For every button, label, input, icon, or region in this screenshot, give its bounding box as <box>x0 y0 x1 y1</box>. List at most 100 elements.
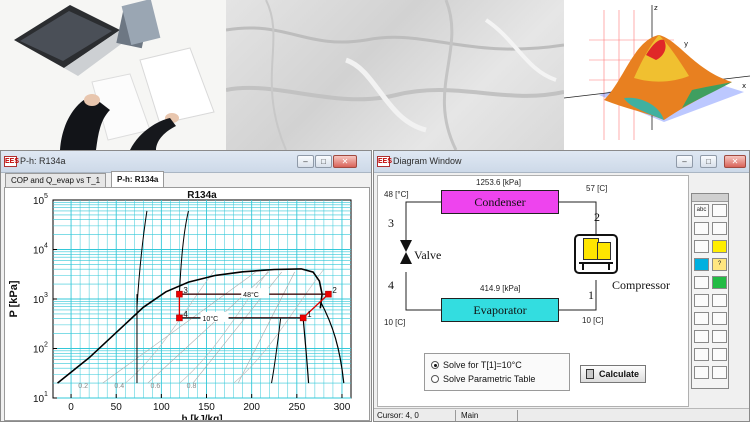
t3-unit: [°C] <box>395 190 409 199</box>
ees-app-icon: EES <box>4 156 20 167</box>
compressor-icon[interactable] <box>574 234 618 274</box>
close-icon[interactable]: ✕ <box>333 155 357 168</box>
minimize-icon[interactable]: – <box>676 155 693 168</box>
quality-label: 0.4 <box>114 383 124 390</box>
y-axis-label: P [kPa] <box>8 280 20 317</box>
y-tick-label: 10 <box>33 295 45 306</box>
help-icon[interactable]: ? <box>712 258 727 271</box>
align-right-icon[interactable] <box>712 330 727 343</box>
document-icon[interactable] <box>694 348 709 361</box>
evaporator-box[interactable]: Evaporator <box>441 298 559 322</box>
palette-titlebar[interactable] <box>692 194 728 202</box>
p-low-value: 414.9 <box>480 284 501 293</box>
tab-cop-qevap[interactable]: COP and Q_evap vs T_1 <box>5 173 107 188</box>
diagram-window[interactable]: EES Diagram Window – □ ✕ Condenser Evapo… <box>373 150 750 422</box>
fill-color-icon[interactable] <box>712 240 727 253</box>
line-icon[interactable] <box>694 222 709 235</box>
p-high-label: 1253.6 [kPa] <box>476 178 521 187</box>
window-status: Main <box>458 410 518 421</box>
diagram-window-title: Diagram Window <box>393 156 462 166</box>
ph-window-title: P-h: R134a <box>20 156 66 166</box>
minimize-icon[interactable]: – <box>297 155 314 168</box>
isotherm-label-10c: 10°C <box>203 315 219 323</box>
cycle-point-4 <box>176 314 183 322</box>
chart-icon[interactable] <box>712 222 727 235</box>
y-tick-exponent: 4 <box>44 243 48 250</box>
x-tick-label: 250 <box>288 402 305 413</box>
ees-app-icon: EES <box>377 156 393 167</box>
plot-area: 0.2 0.4 0.6 0.8 1 2 3 4 48°C 10°C 0 50 100 150 200 250 3… <box>4 187 370 422</box>
ph-window-titlebar[interactable]: EES P-h: R134a – □ ✕ <box>1 151 371 173</box>
t1-label: 10 [C] <box>582 316 603 325</box>
calculate-button[interactable]: Calculate <box>580 365 646 383</box>
x-tick-label: 300 <box>334 402 351 413</box>
edit-table-icon[interactable] <box>712 204 727 217</box>
align-center-icon[interactable] <box>712 366 727 379</box>
svg-text:y: y <box>684 40 688 48</box>
p-low-unit: [kPa] <box>502 284 521 293</box>
node-2-label: 2 <box>594 210 600 224</box>
abc-text-icon[interactable]: abc <box>694 204 709 217</box>
svg-text:z: z <box>654 4 658 12</box>
valve-label: Valve <box>414 248 442 262</box>
y-tick-label: 10 <box>33 394 45 405</box>
y-tick-label: 10 <box>33 246 45 257</box>
option-parametric-table[interactable]: Solve Parametric Table <box>431 374 535 384</box>
3d-surface-photo: z x y <box>564 0 750 150</box>
status-bar: Cursor: 4, 0 Main <box>374 408 749 421</box>
option-solve-t1[interactable]: Solve for T[1]=10°C <box>431 360 522 370</box>
grid-icon[interactable] <box>712 294 727 307</box>
radio-unselected-icon[interactable] <box>431 375 439 383</box>
grid-2-icon[interactable] <box>712 312 727 325</box>
t1-unit: [C] <box>593 316 604 325</box>
isotherm-label-48c: 48°C <box>243 291 259 299</box>
maximize-icon[interactable]: □ <box>315 155 332 168</box>
cursor-status: Cursor: 4, 0 <box>374 410 456 421</box>
t2-unit: [C] <box>597 184 608 193</box>
x-tick-label: 150 <box>198 402 215 413</box>
move-icon[interactable] <box>694 312 709 325</box>
quality-label: 0.6 <box>151 383 161 390</box>
solve-options-group: Solve for T[1]=10°C Solve Parametric Tab… <box>424 353 570 391</box>
texture-photo <box>226 0 564 150</box>
radio-selected-icon[interactable] <box>431 361 439 369</box>
t3-label: 48 [°C] <box>384 190 409 199</box>
y-tick-exponent: 2 <box>44 342 48 349</box>
calculate-label: Calculate <box>599 369 640 379</box>
condenser-box[interactable]: Condenser <box>441 190 559 214</box>
tab-ph-r134a[interactable]: P-h: R134a <box>111 171 165 188</box>
saddle-surface-image: z x y <box>564 4 750 140</box>
p-high-value: 1253.6 <box>476 178 501 187</box>
align-left-icon[interactable] <box>694 330 709 343</box>
polyline-icon[interactable] <box>694 276 709 289</box>
diagram-canvas[interactable]: Condenser Evaporator 1253.6 [kPa] 414.9 … <box>377 175 689 407</box>
polygon-icon[interactable] <box>712 276 727 289</box>
node-1-label: 1 <box>588 288 594 302</box>
screen: z x y EES P-h: R134a – □ ✕ COP and Q_eva… <box>0 0 750 422</box>
ph-chart-window[interactable]: EES P-h: R134a – □ ✕ COP and Q_evap vs T… <box>0 150 372 422</box>
cycle-point-label-4: 4 <box>183 310 188 319</box>
quality-label: 0.2 <box>78 383 88 390</box>
node-4-label: 4 <box>388 278 394 292</box>
compressor-label: Compressor <box>612 278 670 292</box>
calculator-icon <box>586 369 594 379</box>
t2-value: 57 <box>586 184 595 193</box>
x-axis-label: h [kJ/kg] <box>181 414 222 420</box>
chart-title: R134a <box>187 190 217 201</box>
quality-label: 0.8 <box>187 383 197 390</box>
x-tick-label: 50 <box>111 402 123 413</box>
maximize-icon[interactable]: □ <box>700 155 717 168</box>
cycle-point-label-1: 1 <box>307 310 312 319</box>
circle-icon[interactable] <box>694 258 709 271</box>
calculator-icon[interactable] <box>694 294 709 307</box>
rectangle-icon[interactable] <box>694 240 709 253</box>
tools-palette[interactable]: abc? <box>691 193 729 389</box>
checkbox-icon[interactable] <box>694 366 709 379</box>
plaster-texture-image <box>226 0 564 150</box>
t4-unit: [C] <box>395 318 406 327</box>
diagram-window-titlebar[interactable]: EES Diagram Window – □ ✕ <box>374 151 749 173</box>
new-document-icon[interactable] <box>712 348 727 361</box>
y-tick-exponent: 5 <box>44 193 48 200</box>
close-icon[interactable]: ✕ <box>724 155 746 168</box>
ph-diagram-chart: 0.2 0.4 0.6 0.8 1 2 3 4 48°C 10°C 0 50 100 150 200 250 3… <box>8 190 352 422</box>
